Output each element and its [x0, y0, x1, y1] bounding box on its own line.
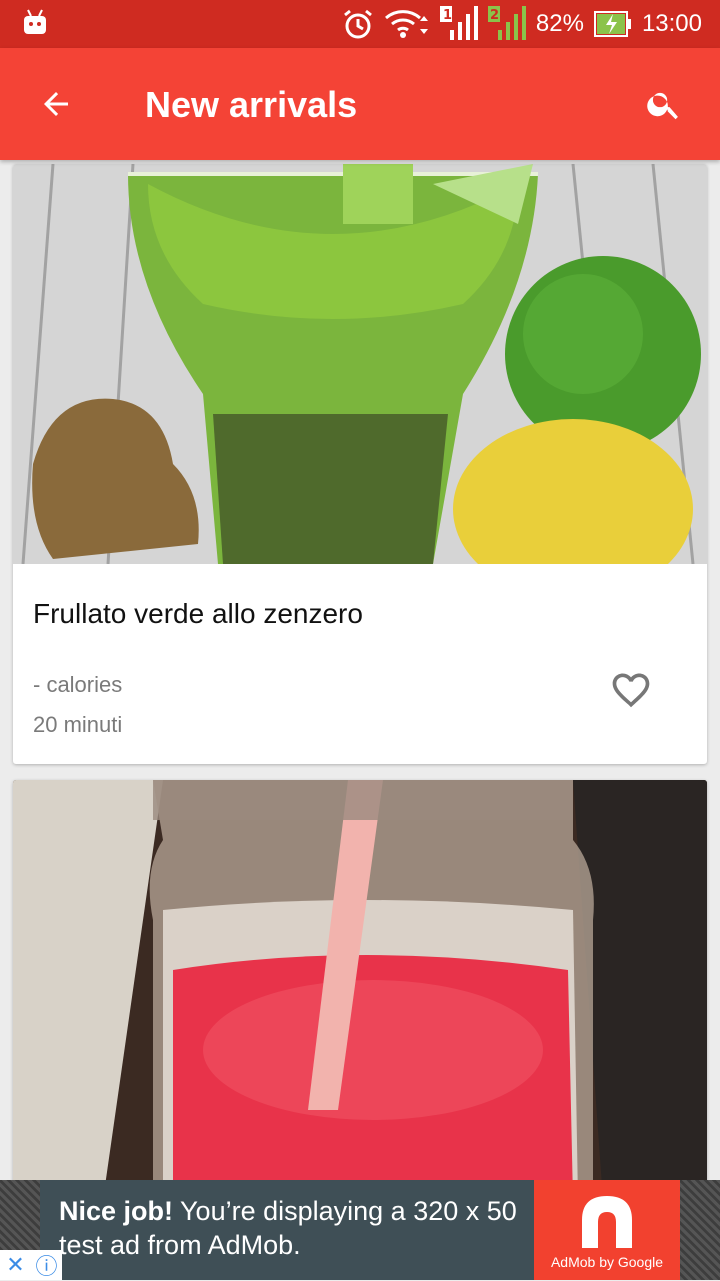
signal-sim1-icon: 1 — [439, 6, 478, 42]
admob-logo: AdMob by Google — [534, 1180, 680, 1280]
ad-banner[interactable]: Nice job! You’re displaying a 320 x 50 t… — [0, 1180, 720, 1280]
svg-text:2: 2 — [490, 8, 499, 23]
admob-brand: AdMob by Google — [550, 1254, 664, 1270]
admob-logo-icon — [582, 1196, 632, 1248]
ad-text: Nice job! You’re displaying a 320 x 50 t… — [59, 1194, 529, 1262]
battery-charging-icon — [593, 11, 632, 37]
app-bar: New arrivals — [0, 48, 720, 160]
recipe-title: Frullato verde allo zenzero — [33, 598, 363, 629]
heart-outline-icon — [612, 673, 650, 708]
search-icon — [647, 92, 678, 120]
ad-body[interactable]: Nice job! You’re displaying a 320 x 50 t… — [40, 1180, 534, 1280]
battery-percent: 82% — [535, 10, 584, 37]
favorite-button[interactable] — [607, 666, 655, 714]
android-notification-icon — [22, 8, 48, 41]
ad-headline: Nice job! — [59, 1196, 174, 1226]
page-title: New arrivals — [145, 84, 358, 125]
svg-text:1: 1 — [443, 8, 452, 23]
signal-sim2-icon: 2 — [487, 6, 526, 42]
recipe-calories: - calories — [33, 672, 123, 697]
close-icon[interactable]: ✕ — [0, 1250, 31, 1280]
recipe-card[interactable] — [13, 780, 707, 1200]
wifi-icon — [384, 8, 430, 40]
recipe-card[interactable]: Frullato verde allo zenzero - calories 2… — [13, 164, 707, 764]
recipe-time: 20 minuti — [33, 712, 123, 737]
clock: 13:00 — [641, 10, 702, 37]
alarm-icon — [342, 8, 374, 40]
back-button[interactable] — [30, 78, 82, 130]
recipe-photo-red-smoothie — [13, 780, 707, 1180]
arrow-back-icon — [44, 92, 68, 116]
status-bar: 1 2 82% 13:00 — [0, 0, 720, 48]
search-button[interactable] — [638, 78, 690, 130]
recipe-photo-green-smoothie — [13, 164, 707, 564]
ad-controls: ✕ ⓘ — [0, 1250, 62, 1280]
ad-pattern-right — [680, 1180, 720, 1280]
info-icon[interactable]: ⓘ — [31, 1250, 62, 1280]
